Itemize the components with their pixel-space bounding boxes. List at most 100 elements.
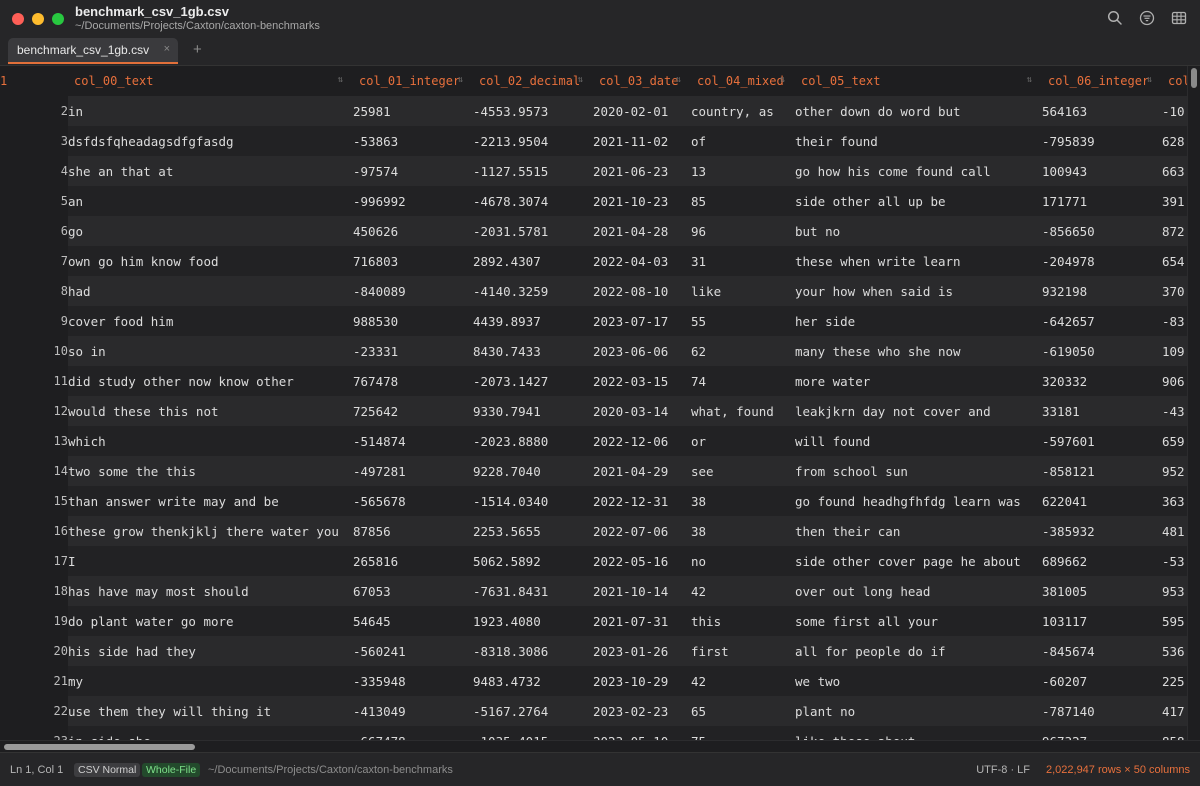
table-cell[interactable]: -10 [1162, 96, 1187, 126]
table-cell[interactable]: -97574 [353, 156, 473, 186]
table-cell[interactable]: 716803 [353, 246, 473, 276]
table-cell[interactable]: his side had they [68, 636, 353, 666]
table-cell[interactable]: -53863 [353, 126, 473, 156]
table-row[interactable]: 9 cover food him 988530 4439.8937 2023-07-17… [0, 306, 1187, 336]
row-number[interactable]: 19 [0, 606, 68, 636]
table-cell[interactable]: in [68, 96, 353, 126]
tab-benchmark-csv[interactable]: benchmark_csv_1gb.csv × [8, 38, 178, 64]
table-cell[interactable]: 2021-04-29 [593, 456, 691, 486]
row-number[interactable]: 22 [0, 696, 68, 726]
table-cell[interactable]: 225 [1162, 666, 1187, 696]
table-row[interactable]: 3 dsfdsfqheadagsdfgfasdg -53863 -2213.9504 2… [0, 126, 1187, 156]
table-row[interactable]: 10 so in -23331 8430.7433 2023-06-06 62 many t… [0, 336, 1187, 366]
table-cell[interactable]: -5167.2764 [473, 696, 593, 726]
table-cell[interactable]: do plant water go more [68, 606, 353, 636]
table-cell[interactable]: 872 [1162, 216, 1187, 246]
table-cell[interactable]: 2023-01-26 [593, 636, 691, 666]
table-cell[interactable]: an [68, 186, 353, 216]
table-cell[interactable]: 2022-03-15 [593, 366, 691, 396]
table-cell[interactable]: -4140.3259 [473, 276, 593, 306]
table-cell[interactable]: -856650 [1042, 216, 1162, 246]
filter-icon[interactable] [1138, 9, 1156, 27]
table-row[interactable]: 18 has have may most should 67053 -7631.843… [0, 576, 1187, 606]
search-icon[interactable] [1106, 9, 1124, 27]
table-cell[interactable]: my [68, 666, 353, 696]
table-cell[interactable]: no [691, 546, 795, 576]
table-cell[interactable]: 767478 [353, 366, 473, 396]
table-cell[interactable]: two some the this [68, 456, 353, 486]
new-tab-button[interactable]: + [193, 41, 202, 58]
table-cell[interactable]: 42 [691, 576, 795, 606]
table-cell[interactable]: 25981 [353, 96, 473, 126]
table-cell[interactable]: 906 [1162, 366, 1187, 396]
row-number[interactable]: 21 [0, 666, 68, 696]
table-cell[interactable]: we two [795, 666, 1042, 696]
table-cell[interactable]: 967327 [1042, 726, 1162, 740]
table-cell[interactable]: -83 [1162, 306, 1187, 336]
cursor-position[interactable]: Ln 1, Col 1 [10, 764, 63, 776]
column-header[interactable]: col_00_text ⇅ [68, 66, 353, 96]
table-cell[interactable]: 381005 [1042, 576, 1162, 606]
table-cell[interactable]: in side she [68, 726, 353, 740]
column-header[interactable]: col_06_integer ⇅ [1042, 66, 1162, 96]
table-cell[interactable]: other down do word but [795, 96, 1042, 126]
table-cell[interactable]: -565678 [353, 486, 473, 516]
row-number[interactable]: 4 [0, 156, 68, 186]
table-cell[interactable]: -2213.9504 [473, 126, 593, 156]
table-cell[interactable]: their found [795, 126, 1042, 156]
table-cell[interactable]: 689662 [1042, 546, 1162, 576]
table-cell[interactable]: cover food him [68, 306, 353, 336]
table-cell[interactable]: 33181 [1042, 396, 1162, 426]
table-cell[interactable]: 622041 [1042, 486, 1162, 516]
table-cell[interactable]: -1514.0340 [473, 486, 593, 516]
table-cell[interactable]: 67053 [353, 576, 473, 606]
table-cell[interactable]: 87856 [353, 516, 473, 546]
table-cell[interactable]: 659 [1162, 426, 1187, 456]
table-cell[interactable]: -560241 [353, 636, 473, 666]
table-row[interactable]: 7 own go him know food 716803 2892.4307 2022… [0, 246, 1187, 276]
table-cell[interactable]: 54645 [353, 606, 473, 636]
window-minimize-button[interactable] [32, 13, 44, 25]
table-cell[interactable]: 363 [1162, 486, 1187, 516]
table-cell[interactable]: many these who she now [795, 336, 1042, 366]
table-cell[interactable]: -4553.9573 [473, 96, 593, 126]
table-cell[interactable]: 2892.4307 [473, 246, 593, 276]
row-number[interactable]: 8 [0, 276, 68, 306]
table-cell[interactable]: 171771 [1042, 186, 1162, 216]
column-header[interactable]: col_07 [1162, 66, 1187, 96]
table-cell[interactable]: these when write learn [795, 246, 1042, 276]
table-cell[interactable]: own go him know food [68, 246, 353, 276]
table-cell[interactable]: -335948 [353, 666, 473, 696]
table-cell[interactable]: 62 [691, 336, 795, 366]
table-cell[interactable]: 370 [1162, 276, 1187, 306]
table-cell[interactable]: 663 [1162, 156, 1187, 186]
column-header[interactable]: col_04_mixed ⇅ [691, 66, 795, 96]
table-cell[interactable]: 417 [1162, 696, 1187, 726]
column-header[interactable]: col_02_decimal ⇅ [473, 66, 593, 96]
table-row[interactable]: 17 I 265816 5062.5892 2022-05-16 no side other… [0, 546, 1187, 576]
table-cell[interactable]: dsfdsfqheadagsdfgfasdg [68, 126, 353, 156]
table-row[interactable]: 19 do plant water go more 54645 1923.4080 20… [0, 606, 1187, 636]
table-cell[interactable]: -667478 [353, 726, 473, 740]
close-icon[interactable]: × [164, 43, 170, 55]
table-cell[interactable]: 38 [691, 486, 795, 516]
table-cell[interactable]: 2020-02-01 [593, 96, 691, 126]
row-number[interactable]: 18 [0, 576, 68, 606]
table-cell[interactable]: -642657 [1042, 306, 1162, 336]
table-cell[interactable]: 9228.7040 [473, 456, 593, 486]
table-cell[interactable]: 450626 [353, 216, 473, 246]
table-cell[interactable]: 2022-12-06 [593, 426, 691, 456]
table-cell[interactable]: 858 [1162, 726, 1187, 740]
table-cell[interactable]: 5062.5892 [473, 546, 593, 576]
table-cell[interactable]: -8318.3086 [473, 636, 593, 666]
table-cell[interactable]: -2023.8880 [473, 426, 593, 456]
table-cell[interactable]: 2021-10-14 [593, 576, 691, 606]
table-icon[interactable] [1170, 9, 1188, 27]
table-row[interactable]: 20 his side had they -560241 -8318.3086 2023… [0, 636, 1187, 666]
table-cell[interactable]: side other cover page he about [795, 546, 1042, 576]
table-row[interactable]: 14 two some the this -497281 9228.7040 2021-… [0, 456, 1187, 486]
table-cell[interactable]: go found headhgfhfdg learn was [795, 486, 1042, 516]
table-cell[interactable]: 2023-02-23 [593, 696, 691, 726]
row-number[interactable]: 6 [0, 216, 68, 246]
sort-icon[interactable]: ⇅ [458, 75, 463, 85]
